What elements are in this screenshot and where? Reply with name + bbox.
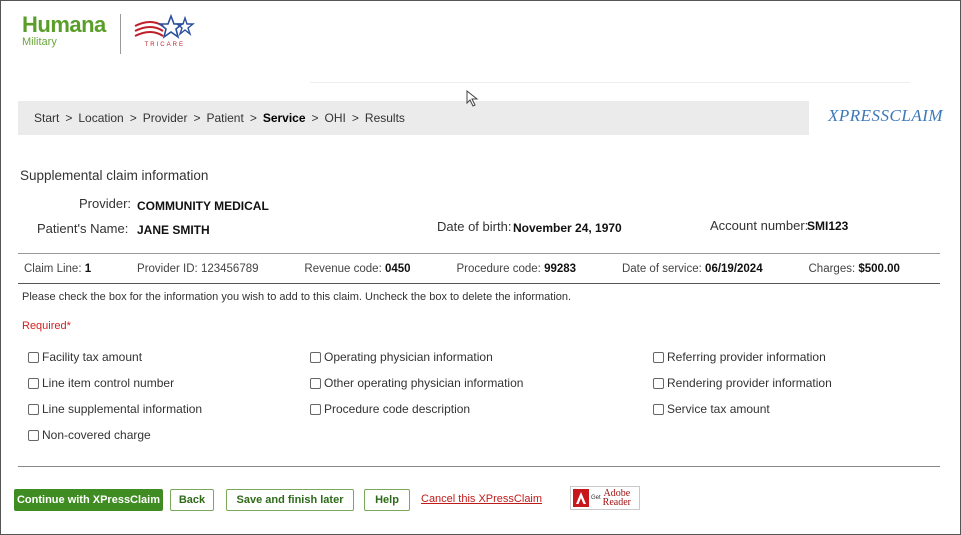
revenue-code: Revenue code: 0450 bbox=[304, 263, 411, 275]
tricare-wordmark: TRICARE bbox=[144, 42, 185, 48]
checkbox-label: Referring provider information bbox=[667, 350, 826, 364]
get-adobe-reader-link[interactable]: Get Adobe Reader bbox=[570, 486, 640, 510]
adobe-get-text: Get bbox=[591, 495, 601, 501]
breadcrumb-item-service[interactable]: Service bbox=[263, 111, 306, 125]
logo-divider bbox=[119, 14, 121, 54]
checkbox-label: Non-covered charge bbox=[42, 428, 151, 442]
checkbox-service-tax-amount[interactable]: Service tax amount bbox=[653, 402, 770, 416]
header-divider bbox=[310, 82, 910, 83]
checkbox-box[interactable] bbox=[310, 351, 321, 363]
provider-label: Provider: bbox=[79, 196, 132, 211]
help-button[interactable]: Help bbox=[364, 489, 410, 511]
checkbox-label: Procedure code description bbox=[324, 402, 471, 416]
checkbox-facility-tax-amount[interactable]: Facility tax amount bbox=[28, 350, 142, 364]
checkbox-label: Line item control number bbox=[42, 376, 175, 390]
checkbox-box[interactable] bbox=[653, 377, 664, 389]
breadcrumb-separator: > bbox=[351, 111, 359, 125]
checkbox-rendering-provider-information[interactable]: Rendering provider information bbox=[653, 376, 832, 390]
dob-label: Date of birth: bbox=[437, 219, 512, 234]
checkbox-other-operating-physician-information[interactable]: Other operating physician information bbox=[310, 376, 523, 390]
humana-wordmark: Humana bbox=[22, 12, 106, 37]
claim-line-summary: Claim Line: 1 Provider ID: 123456789 Rev… bbox=[18, 257, 940, 281]
humana-logo[interactable]: Humana Military bbox=[22, 12, 106, 49]
tricare-logo[interactable]: TRICARE bbox=[133, 14, 197, 48]
procedure-code: Procedure code: 99283 bbox=[456, 263, 577, 275]
breadcrumb-item-ohi[interactable]: OHI bbox=[325, 111, 346, 125]
breadcrumb-separator: > bbox=[129, 111, 137, 125]
patient-name-value: JANE SMITH bbox=[137, 223, 210, 237]
breadcrumb-item-start[interactable]: Start bbox=[34, 111, 59, 125]
required-note: Required* bbox=[22, 320, 71, 332]
checkbox-non-covered-charge[interactable]: Non-covered charge bbox=[28, 428, 151, 442]
checkbox-label: Facility tax amount bbox=[42, 350, 143, 364]
checkbox-box[interactable] bbox=[28, 403, 39, 415]
breadcrumb-item-provider[interactable]: Provider bbox=[143, 111, 188, 125]
breadcrumb-separator: > bbox=[311, 111, 319, 125]
checkbox-box[interactable] bbox=[28, 351, 39, 363]
breadcrumb: Start > Location > Provider > Patient > Service >… bbox=[18, 101, 809, 135]
breadcrumb-item-patient[interactable]: Patient bbox=[206, 111, 243, 125]
checkbox-line-item-control-number[interactable]: Line item control number bbox=[28, 376, 174, 390]
header: Humana Military TRICARE bbox=[22, 14, 197, 64]
checkbox-procedure-code-description[interactable]: Procedure code description bbox=[310, 402, 470, 416]
breadcrumb-separator: > bbox=[249, 111, 257, 125]
actions-divider bbox=[18, 466, 940, 467]
account-number-label: Account number: bbox=[710, 218, 809, 233]
provider-value: COMMUNITY MEDICAL bbox=[137, 199, 269, 213]
provider-id: Provider ID: 123456789 bbox=[137, 263, 259, 275]
adobe-logo-icon bbox=[573, 489, 589, 507]
instruction-text: Please check the box for the information… bbox=[22, 291, 572, 303]
xpressclaim-logo: XPRESSCLAIM bbox=[828, 106, 944, 125]
checkbox-line-supplemental-information[interactable]: Line supplemental information bbox=[28, 402, 202, 416]
checkbox-box[interactable] bbox=[310, 403, 321, 415]
checkbox-box[interactable] bbox=[310, 377, 321, 389]
charges: Charges: $500.00 bbox=[808, 263, 900, 275]
checkbox-box[interactable] bbox=[653, 403, 664, 415]
tricare-emblem-icon bbox=[134, 14, 195, 39]
checkbox-box[interactable] bbox=[653, 351, 664, 363]
checkbox-label: Rendering provider information bbox=[667, 376, 832, 390]
breadcrumb-item-location[interactable]: Location bbox=[78, 111, 123, 125]
adobe-reader-text: Adobe Reader bbox=[602, 488, 631, 508]
mouse-cursor-icon bbox=[466, 90, 479, 107]
military-wordmark: Military bbox=[22, 36, 57, 48]
dob-value: November 24, 1970 bbox=[513, 221, 622, 235]
checkbox-box[interactable] bbox=[28, 429, 39, 441]
claim-line-top-divider bbox=[18, 253, 940, 254]
date-of-service: Date of service: 06/19/2024 bbox=[621, 263, 763, 275]
breadcrumb-item-results[interactable]: Results bbox=[365, 111, 405, 125]
cancel-xpressclaim-link[interactable]: Cancel this XPressClaim bbox=[421, 493, 542, 505]
continue-button[interactable]: Continue with XPressClaim bbox=[14, 489, 163, 511]
patient-name-label: Patient's Name: bbox=[37, 221, 129, 236]
checkbox-label: Line supplemental information bbox=[42, 402, 203, 416]
account-number-value: SMI123 bbox=[807, 219, 849, 233]
checkbox-box[interactable] bbox=[28, 377, 39, 389]
save-and-finish-later-button[interactable]: Save and finish later bbox=[226, 489, 354, 511]
checkbox-operating-physician-information[interactable]: Operating physician information bbox=[310, 350, 493, 364]
back-button[interactable]: Back bbox=[170, 489, 214, 511]
breadcrumb-separator: > bbox=[193, 111, 201, 125]
claim-line-number: Claim Line: 1 bbox=[24, 263, 92, 275]
breadcrumb-separator: > bbox=[65, 111, 73, 125]
checkbox-label: Service tax amount bbox=[667, 402, 770, 416]
section-title: Supplemental claim information bbox=[20, 168, 209, 183]
checkbox-label: Operating physician information bbox=[324, 350, 493, 364]
checkbox-referring-provider-information[interactable]: Referring provider information bbox=[653, 350, 826, 364]
claim-line-bottom-divider bbox=[18, 283, 940, 284]
checkbox-label: Other operating physician information bbox=[324, 376, 524, 390]
